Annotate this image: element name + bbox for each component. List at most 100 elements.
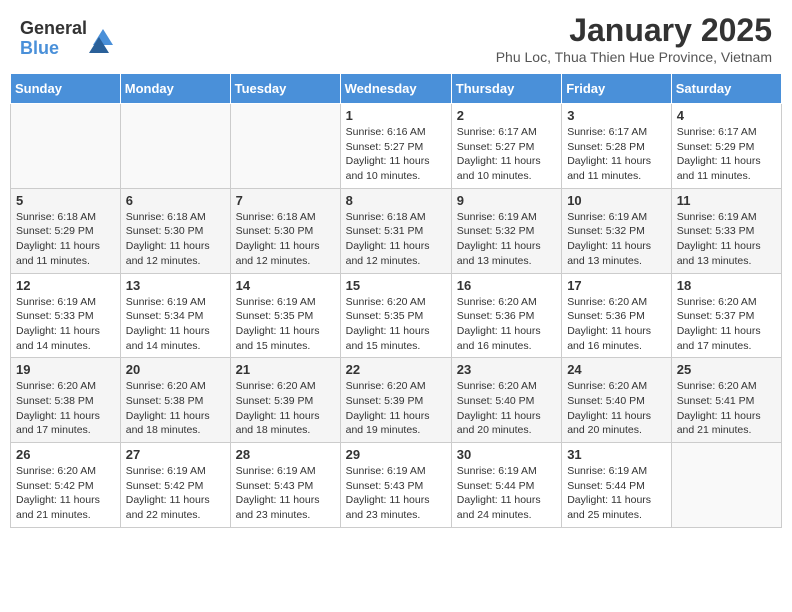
calendar-cell: 3Sunrise: 6:17 AM Sunset: 5:28 PM Daylig… bbox=[562, 104, 672, 189]
day-info: Sunrise: 6:20 AM Sunset: 5:39 PM Dayligh… bbox=[346, 379, 446, 438]
day-number: 10 bbox=[567, 193, 666, 208]
day-number: 3 bbox=[567, 108, 666, 123]
day-number: 31 bbox=[567, 447, 666, 462]
day-info: Sunrise: 6:20 AM Sunset: 5:36 PM Dayligh… bbox=[567, 295, 666, 354]
day-info: Sunrise: 6:20 AM Sunset: 5:39 PM Dayligh… bbox=[236, 379, 335, 438]
calendar-cell: 23Sunrise: 6:20 AM Sunset: 5:40 PM Dayli… bbox=[451, 358, 561, 443]
calendar-table: SundayMondayTuesdayWednesdayThursdayFrid… bbox=[10, 73, 782, 528]
day-info: Sunrise: 6:19 AM Sunset: 5:43 PM Dayligh… bbox=[236, 464, 335, 523]
calendar-cell: 8Sunrise: 6:18 AM Sunset: 5:31 PM Daylig… bbox=[340, 188, 451, 273]
calendar-cell: 22 Sunrise: 6:20 AM Sunset: 5:39 PM Dayli… bbox=[340, 358, 451, 443]
day-number: 22 bbox=[346, 362, 446, 377]
calendar-cell: 10 Sunrise: 6:19 AM Sunset: 5:32 PM Dayli… bbox=[562, 188, 672, 273]
calendar-cell: 30 Sunrise: 6:19 AM Sunset: 5:44 PM Dayli… bbox=[451, 443, 561, 528]
week-row-4: 19 Sunrise: 6:20 AM Sunset: 5:38 PM Dayli… bbox=[11, 358, 782, 443]
day-info: Sunrise: 6:20 AM Sunset: 5:42 PM Dayligh… bbox=[16, 464, 115, 523]
calendar-cell: 20 Sunrise: 6:20 AM Sunset: 5:38 PM Dayli… bbox=[120, 358, 230, 443]
day-info: Sunrise: 6:19 AM Sunset: 5:43 PM Dayligh… bbox=[346, 464, 446, 523]
day-number: 2 bbox=[457, 108, 556, 123]
day-info: Sunrise: 6:20 AM Sunset: 5:38 PM Dayligh… bbox=[126, 379, 225, 438]
day-number: 18 bbox=[677, 278, 776, 293]
calendar-cell: 9Sunrise: 6:19 AM Sunset: 5:32 PM Daylig… bbox=[451, 188, 561, 273]
month-title: January 2025 bbox=[496, 12, 772, 49]
calendar-cell: 24 Sunrise: 6:20 AM Sunset: 5:40 PM Dayli… bbox=[562, 358, 672, 443]
weekday-header-monday: Monday bbox=[120, 74, 230, 104]
calendar-cell: 31 Sunrise: 6:19 AM Sunset: 5:44 PM Dayli… bbox=[562, 443, 672, 528]
day-number: 16 bbox=[457, 278, 556, 293]
weekday-row: SundayMondayTuesdayWednesdayThursdayFrid… bbox=[11, 74, 782, 104]
weekday-header-friday: Friday bbox=[562, 74, 672, 104]
week-row-3: 12 Sunrise: 6:19 AM Sunset: 5:33 PM Dayli… bbox=[11, 273, 782, 358]
weekday-header-wednesday: Wednesday bbox=[340, 74, 451, 104]
weekday-header-thursday: Thursday bbox=[451, 74, 561, 104]
weekday-header-sunday: Sunday bbox=[11, 74, 121, 104]
day-number: 28 bbox=[236, 447, 335, 462]
day-info: Sunrise: 6:19 AM Sunset: 5:44 PM Dayligh… bbox=[567, 464, 666, 523]
calendar-cell: 12 Sunrise: 6:19 AM Sunset: 5:33 PM Dayli… bbox=[11, 273, 121, 358]
day-number: 1 bbox=[346, 108, 446, 123]
calendar-header: SundayMondayTuesdayWednesdayThursdayFrid… bbox=[11, 74, 782, 104]
day-info: Sunrise: 6:19 AM Sunset: 5:34 PM Dayligh… bbox=[126, 295, 225, 354]
calendar-cell bbox=[230, 104, 340, 189]
day-number: 13 bbox=[126, 278, 225, 293]
calendar-cell: 14 Sunrise: 6:19 AM Sunset: 5:35 PM Dayli… bbox=[230, 273, 340, 358]
calendar-container: SundayMondayTuesdayWednesdayThursdayFrid… bbox=[0, 73, 792, 538]
day-info: Sunrise: 6:16 AM Sunset: 5:27 PM Dayligh… bbox=[346, 125, 446, 184]
calendar-cell: 16 Sunrise: 6:20 AM Sunset: 5:36 PM Dayli… bbox=[451, 273, 561, 358]
day-number: 23 bbox=[457, 362, 556, 377]
day-number: 24 bbox=[567, 362, 666, 377]
day-info: Sunrise: 6:19 AM Sunset: 5:35 PM Dayligh… bbox=[236, 295, 335, 354]
day-info: Sunrise: 6:18 AM Sunset: 5:31 PM Dayligh… bbox=[346, 210, 446, 269]
day-number: 20 bbox=[126, 362, 225, 377]
day-info: Sunrise: 6:20 AM Sunset: 5:40 PM Dayligh… bbox=[567, 379, 666, 438]
day-number: 11 bbox=[677, 193, 776, 208]
calendar-cell: 6 Sunrise: 6:18 AM Sunset: 5:30 PM Daylig… bbox=[120, 188, 230, 273]
day-number: 19 bbox=[16, 362, 115, 377]
calendar-cell: 17 Sunrise: 6:20 AM Sunset: 5:36 PM Dayli… bbox=[562, 273, 672, 358]
calendar-cell: 28 Sunrise: 6:19 AM Sunset: 5:43 PM Dayli… bbox=[230, 443, 340, 528]
day-number: 14 bbox=[236, 278, 335, 293]
calendar-cell: 29 Sunrise: 6:19 AM Sunset: 5:43 PM Dayli… bbox=[340, 443, 451, 528]
weekday-header-tuesday: Tuesday bbox=[230, 74, 340, 104]
day-number: 17 bbox=[567, 278, 666, 293]
day-number: 6 bbox=[126, 193, 225, 208]
day-info: Sunrise: 6:20 AM Sunset: 5:35 PM Dayligh… bbox=[346, 295, 446, 354]
calendar-cell: 25Sunrise: 6:20 AM Sunset: 5:41 PM Dayli… bbox=[671, 358, 781, 443]
calendar-cell: 2 Sunrise: 6:17 AM Sunset: 5:27 PM Daylig… bbox=[451, 104, 561, 189]
header: General Blue January 2025 Phu Loc, Thua … bbox=[0, 0, 792, 73]
day-number: 4 bbox=[677, 108, 776, 123]
calendar-body: 1 Sunrise: 6:16 AM Sunset: 5:27 PM Daylig… bbox=[11, 104, 782, 528]
calendar-cell: 13 Sunrise: 6:19 AM Sunset: 5:34 PM Dayli… bbox=[120, 273, 230, 358]
day-number: 12 bbox=[16, 278, 115, 293]
day-number: 25 bbox=[677, 362, 776, 377]
day-number: 5 bbox=[16, 193, 115, 208]
weekday-header-saturday: Saturday bbox=[671, 74, 781, 104]
logo: General Blue bbox=[20, 19, 113, 59]
day-number: 21 bbox=[236, 362, 335, 377]
week-row-5: 26Sunrise: 6:20 AM Sunset: 5:42 PM Dayli… bbox=[11, 443, 782, 528]
day-info: Sunrise: 6:20 AM Sunset: 5:36 PM Dayligh… bbox=[457, 295, 556, 354]
calendar-cell: 11 Sunrise: 6:19 AM Sunset: 5:33 PM Dayli… bbox=[671, 188, 781, 273]
day-info: Sunrise: 6:19 AM Sunset: 5:44 PM Dayligh… bbox=[457, 464, 556, 523]
calendar-cell bbox=[11, 104, 121, 189]
day-info: Sunrise: 6:18 AM Sunset: 5:30 PM Dayligh… bbox=[126, 210, 225, 269]
calendar-cell: 1 Sunrise: 6:16 AM Sunset: 5:27 PM Daylig… bbox=[340, 104, 451, 189]
day-number: 30 bbox=[457, 447, 556, 462]
week-row-1: 1 Sunrise: 6:16 AM Sunset: 5:27 PM Daylig… bbox=[11, 104, 782, 189]
logo-icon bbox=[89, 25, 113, 53]
calendar-cell: 27Sunrise: 6:19 AM Sunset: 5:42 PM Dayli… bbox=[120, 443, 230, 528]
day-number: 9 bbox=[457, 193, 556, 208]
day-number: 27 bbox=[126, 447, 225, 462]
day-info: Sunrise: 6:19 AM Sunset: 5:32 PM Dayligh… bbox=[567, 210, 666, 269]
day-info: Sunrise: 6:19 AM Sunset: 5:33 PM Dayligh… bbox=[677, 210, 776, 269]
logo-blue-text: Blue bbox=[20, 39, 87, 59]
calendar-cell: 4Sunrise: 6:17 AM Sunset: 5:29 PM Daylig… bbox=[671, 104, 781, 189]
day-number: 15 bbox=[346, 278, 446, 293]
day-info: Sunrise: 6:20 AM Sunset: 5:37 PM Dayligh… bbox=[677, 295, 776, 354]
day-number: 29 bbox=[346, 447, 446, 462]
day-info: Sunrise: 6:17 AM Sunset: 5:27 PM Dayligh… bbox=[457, 125, 556, 184]
day-info: Sunrise: 6:19 AM Sunset: 5:33 PM Dayligh… bbox=[16, 295, 115, 354]
day-info: Sunrise: 6:20 AM Sunset: 5:38 PM Dayligh… bbox=[16, 379, 115, 438]
calendar-cell bbox=[120, 104, 230, 189]
calendar-cell: 7Sunrise: 6:18 AM Sunset: 5:30 PM Daylig… bbox=[230, 188, 340, 273]
